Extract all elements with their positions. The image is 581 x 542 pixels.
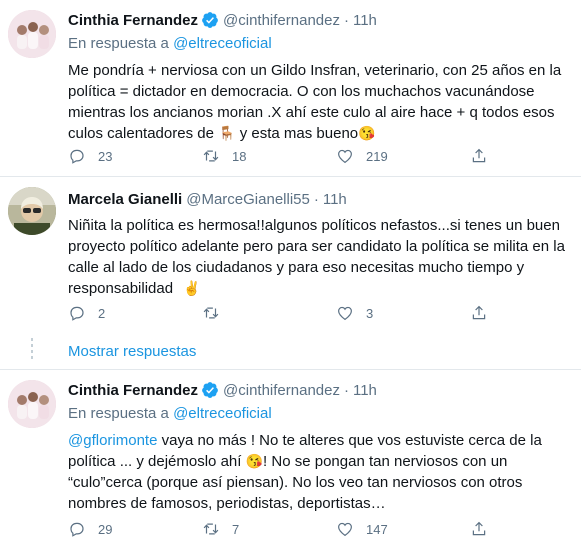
victory-hand-emoji: ✌️: [183, 280, 201, 296]
tweet-2[interactable]: Marcela Gianelli @MarceGianelli55 · 11h …: [0, 177, 581, 369]
tweet-header: Cinthia Fernandez @cinthifernandez · 11h: [68, 380, 571, 400]
tweet-actions: 29 7 147: [68, 520, 500, 538]
like-icon: [338, 522, 352, 537]
retweet-button[interactable]: 7: [202, 520, 336, 538]
tweet-text: @gflorimonte vaya no más ! No te alteres…: [68, 430, 571, 514]
user-handle[interactable]: @cinthifernandez: [223, 382, 340, 399]
avatar[interactable]: [8, 10, 56, 58]
retweet-icon: [203, 150, 219, 162]
avatar-image: [8, 10, 56, 58]
retweet-count: 18: [232, 148, 247, 164]
reply-icon: [70, 522, 84, 537]
retweet-icon: [203, 523, 219, 535]
tweet-actions: 2 3: [68, 304, 500, 322]
reply-icon: [70, 149, 84, 164]
like-count: 147: [366, 521, 388, 537]
reply-count: 29: [98, 521, 113, 537]
reply-to-link[interactable]: @eltreceoficial: [173, 35, 272, 52]
reply-button[interactable]: 2: [68, 304, 202, 322]
user-handle[interactable]: @MarceGianelli55: [186, 191, 310, 208]
user-handle[interactable]: @cinthifernandez: [223, 12, 340, 29]
like-button[interactable]: 219: [336, 147, 470, 165]
reply-context: En respuesta a @eltreceoficial: [68, 34, 571, 54]
like-icon: [338, 306, 352, 321]
share-button[interactable]: [470, 520, 500, 538]
avatar[interactable]: [8, 187, 56, 235]
reply-prefix: En respuesta a: [68, 35, 169, 52]
avatar-image: [8, 380, 56, 428]
timestamp[interactable]: 11h: [353, 382, 377, 399]
thread-connector: [31, 338, 33, 362]
share-icon: [472, 148, 486, 163]
user-name[interactable]: Marcela Gianelli: [68, 191, 182, 208]
tweet-text: Niñita la política es hermosa!!algunos p…: [68, 215, 571, 299]
share-icon: [472, 521, 486, 536]
like-button[interactable]: 3: [336, 304, 470, 322]
kiss-emoji: 😘: [245, 453, 264, 469]
tweet-3[interactable]: Cinthia Fernandez @cinthifernandez · 11h…: [0, 370, 581, 542]
kiss-emoji: 😘: [358, 125, 376, 141]
retweet-button[interactable]: 18: [202, 147, 336, 165]
avatar[interactable]: [8, 380, 56, 428]
separator-dot: ·: [313, 190, 319, 208]
retweet-button[interactable]: [202, 304, 336, 322]
mention-link[interactable]: @gflorimonte: [68, 432, 157, 449]
share-button[interactable]: [470, 304, 500, 322]
timestamp[interactable]: 11h: [323, 191, 347, 208]
tweet-header: Cinthia Fernandez @cinthifernandez · 11h: [68, 10, 571, 30]
show-replies-link[interactable]: Mostrar respuestas: [68, 343, 196, 360]
separator-dot: ·: [343, 11, 349, 29]
reply-prefix: En respuesta a: [68, 405, 169, 422]
separator-dot: ·: [343, 381, 349, 399]
reply-to-link[interactable]: @eltreceoficial: [173, 405, 272, 422]
like-count: 219: [366, 148, 388, 164]
reply-icon: [70, 306, 84, 321]
user-name[interactable]: Cinthia Fernandez: [68, 382, 198, 399]
verified-badge-icon: [202, 382, 218, 398]
like-count: 3: [366, 305, 374, 321]
tweet-text-part: y esta mas bueno: [239, 125, 359, 142]
avatar-image: [8, 187, 56, 235]
timestamp[interactable]: 11h: [353, 12, 377, 29]
like-icon: [338, 149, 352, 164]
like-button[interactable]: 147: [336, 520, 470, 538]
tweet-header: Marcela Gianelli @MarceGianelli55 · 11h: [68, 189, 571, 209]
tweet-text: Me pondría + nerviosa con un Gildo Insfr…: [68, 60, 571, 144]
tweet-1[interactable]: Cinthia Fernandez @cinthifernandez · 11h…: [0, 0, 581, 176]
reply-context: En respuesta a @eltreceoficial: [68, 404, 571, 424]
tweet-text-part: Niñita la política es hermosa!!algunos p…: [68, 217, 565, 297]
reply-button[interactable]: 23: [68, 147, 202, 165]
retweet-icon: [203, 307, 219, 319]
retweet-count: 7: [232, 521, 240, 537]
share-icon: [472, 305, 486, 320]
share-button[interactable]: [470, 147, 500, 165]
reply-button[interactable]: 29: [68, 520, 202, 538]
user-name[interactable]: Cinthia Fernandez: [68, 12, 198, 29]
verified-badge-icon: [202, 12, 218, 28]
reply-count: 2: [98, 305, 106, 321]
reply-count: 23: [98, 148, 113, 164]
tweet-actions: 23 18 219: [68, 147, 500, 165]
chair-emoji: 🪑: [218, 125, 236, 141]
